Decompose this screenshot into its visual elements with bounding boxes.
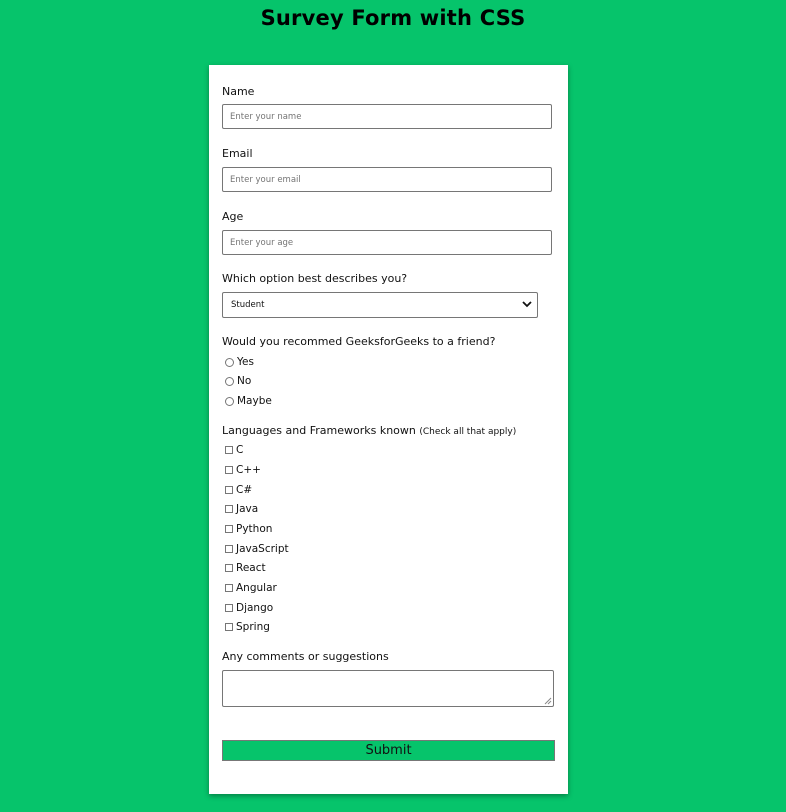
checkbox-label: Java [236,503,259,515]
age-placeholder: Enter your age [230,238,294,248]
checkbox-label: Angular [236,582,277,594]
submit-button[interactable]: Submit [222,740,555,761]
comments-label: Any comments or suggestions [222,650,389,663]
name-label: Name [222,85,255,98]
checkbox-option-cpp[interactable]: C++ [225,463,261,477]
languages-label-text: Languages and Frameworks known [222,424,416,437]
radio-button[interactable] [225,376,234,386]
checkbox-label: React [236,562,266,574]
checkbox-label: C++ [236,464,261,476]
email-placeholder: Enter your email [230,175,301,185]
checkbox-option-django[interactable]: Django [225,601,273,615]
checkbox-label: Python [236,523,273,535]
checkbox[interactable] [225,466,233,474]
age-label: Age [222,210,244,223]
name-input[interactable]: Enter your name [222,104,552,129]
checkbox-label: Django [236,602,274,614]
checkbox-option-spring[interactable]: Spring [225,620,270,634]
radio-option-maybe[interactable]: Maybe [225,394,272,408]
checkbox-label: JavaScript [236,543,289,555]
recommend-label: Would you recommed GeeksforGeeks to a fr… [222,335,496,348]
radio-button[interactable] [225,357,234,367]
languages-hint: (Check all that apply) [419,427,517,437]
languages-label: Languages and Frameworks known (Check al… [222,424,516,437]
checkbox[interactable] [225,584,233,592]
name-placeholder: Enter your name [230,112,302,122]
survey-form: Name Enter your name Email Enter your em… [209,65,568,794]
checkbox[interactable] [225,545,233,553]
radio-label: Maybe [237,395,272,407]
radio-option-no[interactable]: No [225,374,251,388]
radio-button[interactable] [225,396,234,406]
checkbox[interactable] [225,446,233,454]
role-label: Which option best describes you? [222,272,408,285]
resize-grip-icon[interactable] [544,697,552,705]
age-input[interactable]: Enter your age [222,230,552,255]
radio-label: No [237,375,252,387]
checkbox-option-c[interactable]: C [225,443,243,457]
checkbox[interactable] [225,604,233,612]
checkbox-label: Spring [236,621,270,633]
checkbox[interactable] [225,486,233,494]
checkbox-option-java[interactable]: Java [225,502,258,516]
checkbox[interactable] [225,505,233,513]
radio-option-yes[interactable]: Yes [225,355,254,369]
chevron-down-icon [522,301,532,308]
checkbox[interactable] [225,623,233,631]
radio-label: Yes [237,356,254,368]
checkbox-label: C [236,444,244,456]
checkbox-option-csharp[interactable]: C# [225,483,252,497]
email-input[interactable]: Enter your email [222,167,552,192]
role-select[interactable]: Student [222,292,538,318]
checkbox-option-angular[interactable]: Angular [225,581,277,595]
checkbox[interactable] [225,525,233,533]
email-label: Email [222,147,253,160]
checkbox-label: C# [236,484,253,496]
checkbox[interactable] [225,564,233,572]
checkbox-option-react[interactable]: React [225,561,266,575]
checkbox-option-python[interactable]: Python [225,522,272,536]
page-title: Survey Form with CSS [260,6,526,30]
role-selected-value: Student [231,300,265,310]
checkbox-option-javascript[interactable]: JavaScript [225,542,289,556]
comments-textarea[interactable] [222,670,554,707]
